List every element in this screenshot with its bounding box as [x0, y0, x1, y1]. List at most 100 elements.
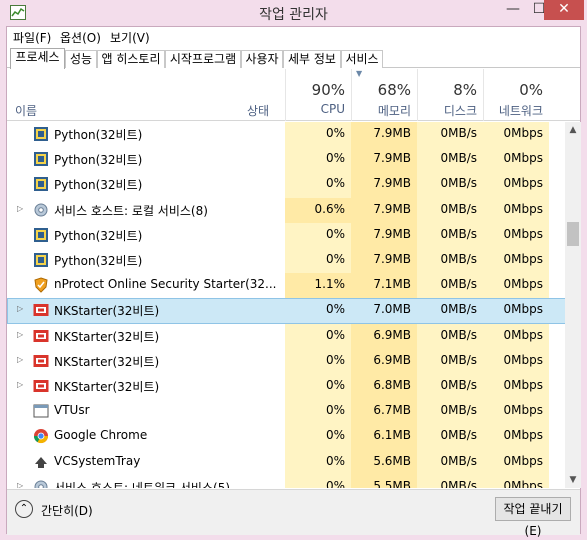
memory-cell: 7.9MB: [351, 122, 417, 148]
network-cell: 0Mbps: [483, 147, 549, 173]
window-app-icon: [33, 403, 49, 419]
chrome-icon: [33, 428, 49, 444]
tab-performance[interactable]: 성능: [65, 50, 97, 68]
service-gear-icon: [33, 479, 49, 488]
process-name: NKStarter(32비트): [54, 304, 160, 319]
python-icon: [33, 227, 49, 243]
cpu-cell: 0%: [285, 424, 351, 450]
network-cell: 0Mbps: [483, 222, 549, 248]
fewer-details-label: 간단히(D): [41, 504, 93, 518]
footer: ⌃ 간단히(D) 작업 끝내기(E): [7, 489, 580, 538]
expand-arrow-icon[interactable]: ▷: [17, 380, 23, 389]
process-name: Python(32비트): [54, 153, 143, 168]
column-network[interactable]: 0% 네트워크: [483, 69, 549, 121]
vertical-scrollbar[interactable]: ▲ ▼: [565, 122, 581, 488]
expand-arrow-icon[interactable]: ▷: [17, 304, 23, 313]
process-row[interactable]: VTUsr 0% 6.7MB 0MB/s 0Mbps: [7, 399, 567, 425]
network-cell: 0Mbps: [483, 248, 549, 274]
process-name: Python(32비트): [54, 228, 143, 243]
disk-cell: 0MB/s: [417, 172, 483, 198]
process-row[interactable]: ▷ NKStarter(32비트) 0% 6.8MB 0MB/s 0Mbps: [7, 374, 567, 400]
process-name: 서비스 호스트: 로컬 서비스(8): [54, 203, 208, 218]
network-cell: 0Mbps: [483, 449, 549, 475]
cpu-cell: 0%: [285, 222, 351, 248]
tab-users[interactable]: 사용자: [241, 50, 283, 68]
network-cell: 0Mbps: [483, 323, 549, 349]
expand-arrow-icon[interactable]: ▷: [17, 330, 23, 339]
memory-cell: 7.9MB: [351, 197, 417, 223]
network-total: 0%: [519, 81, 543, 99]
disk-cell: 0MB/s: [417, 449, 483, 475]
process-row[interactable]: Python(32비트) 0% 7.9MB 0MB/s 0Mbps: [7, 122, 567, 148]
network-cell: 0Mbps: [483, 172, 549, 198]
memory-total: 68%: [377, 81, 411, 99]
process-row[interactable]: ▷ 서비스 호스트: 네트워크 서비스(5) 0% 5.5MB 0MB/s 0Mbps: [7, 474, 567, 488]
process-row[interactable]: ▷ 서비스 호스트: 로컬 서비스(8) 0.6% 7.9MB 0MB/s 0Mbps: [7, 197, 567, 223]
tab-processes[interactable]: 프로세스: [10, 48, 65, 69]
network-cell: 0Mbps: [483, 197, 549, 223]
nkstarter-icon: [33, 378, 49, 394]
process-row[interactable]: Python(32비트) 0% 7.9MB 0MB/s 0Mbps: [7, 147, 567, 173]
python-icon: [33, 252, 49, 268]
network-cell: 0Mbps: [483, 424, 549, 450]
network-cell: 0Mbps: [483, 273, 549, 299]
process-row[interactable]: VCSystemTray 0% 5.6MB 0MB/s 0Mbps: [7, 449, 567, 475]
memory-cell: 7.9MB: [351, 222, 417, 248]
task-manager-client: 파일(F) 옵션(O) 보기(V) 프로세스 성능 앱 히스토리 시작프로그램 …: [6, 26, 581, 538]
menu-view[interactable]: 보기(V): [110, 29, 150, 46]
disk-total: 8%: [453, 81, 477, 99]
cpu-cell: 0.6%: [285, 197, 351, 223]
scroll-down-icon[interactable]: ▼: [565, 472, 581, 488]
process-row[interactable]: Python(32비트) 0% 7.9MB 0MB/s 0Mbps: [7, 172, 567, 198]
scroll-up-icon[interactable]: ▲: [565, 122, 581, 138]
tab-services[interactable]: 서비스: [341, 50, 383, 68]
column-status[interactable]: 상태: [247, 102, 269, 119]
disk-cell: 0MB/s: [417, 122, 483, 148]
memory-cell: 6.9MB: [351, 348, 417, 374]
memory-cell: 6.8MB: [351, 374, 417, 400]
nprotect-shield-icon: [33, 277, 49, 293]
disk-cell: 0MB/s: [440, 302, 477, 317]
tab-app-history[interactable]: 앱 히스토리: [97, 50, 165, 68]
cpu-label: CPU: [320, 102, 345, 116]
tab-details[interactable]: 세부 정보: [283, 50, 341, 68]
expand-arrow-icon[interactable]: ▷: [17, 355, 23, 364]
column-disk[interactable]: 8% 디스크: [417, 69, 483, 121]
process-name: Python(32비트): [54, 254, 143, 268]
disk-cell: 0MB/s: [417, 474, 483, 488]
menu-file[interactable]: 파일(F): [13, 29, 51, 46]
column-name[interactable]: 이름: [15, 102, 37, 119]
nkstarter-icon: [33, 353, 49, 369]
minimize-button[interactable]: —: [500, 0, 526, 20]
cpu-total: 90%: [311, 81, 345, 99]
disk-cell: 0MB/s: [417, 399, 483, 425]
process-row[interactable]: Google Chrome 0% 6.1MB 0MB/s 0Mbps: [7, 424, 567, 450]
process-row[interactable]: Python(32비트) 0% 7.9MB 0MB/s 0Mbps: [7, 248, 567, 274]
process-name: VTUsr: [54, 403, 90, 418]
python-icon: [33, 176, 49, 192]
process-row[interactable]: ▷ NKStarter(32비트) 0% 6.9MB 0MB/s 0Mbps: [7, 348, 567, 374]
disk-cell: 0MB/s: [417, 323, 483, 349]
memory-cell: 6.9MB: [351, 323, 417, 349]
expand-arrow-icon[interactable]: ▷: [17, 204, 23, 213]
expand-arrow-icon[interactable]: ▷: [17, 481, 23, 488]
cpu-cell: 0%: [285, 323, 351, 349]
menu-options[interactable]: 옵션(O): [60, 29, 101, 46]
process-row[interactable]: Python(32비트) 0% 7.9MB 0MB/s 0Mbps: [7, 222, 567, 248]
column-memory[interactable]: ▼ 68% 메모리: [351, 69, 417, 121]
tab-startup[interactable]: 시작프로그램: [165, 50, 241, 68]
process-name: nProtect Online Security Starter(32...: [54, 277, 277, 292]
disk-cell: 0MB/s: [417, 348, 483, 374]
scroll-thumb[interactable]: [567, 222, 579, 246]
disk-cell: 0MB/s: [417, 147, 483, 173]
cpu-cell: 0%: [285, 248, 351, 274]
process-name: VCSystemTray: [54, 453, 141, 468]
close-button[interactable]: ✕: [544, 0, 584, 20]
process-name: NKStarter(32비트): [54, 329, 160, 344]
column-cpu[interactable]: 90% CPU: [285, 69, 351, 121]
cpu-cell: 0%: [285, 449, 351, 475]
end-task-button[interactable]: 작업 끝내기(E): [495, 497, 571, 538]
process-row[interactable]: ▷ NKStarter(32비트) 0% 6.9MB 0MB/s 0Mbps: [7, 323, 567, 349]
process-row[interactable]: nProtect Online Security Starter(32... 1.…: [7, 273, 567, 299]
process-row[interactable]: ▷ NKStarter(32비트) 0% 7.0MB 0MB/s 0Mbps: [7, 298, 567, 324]
